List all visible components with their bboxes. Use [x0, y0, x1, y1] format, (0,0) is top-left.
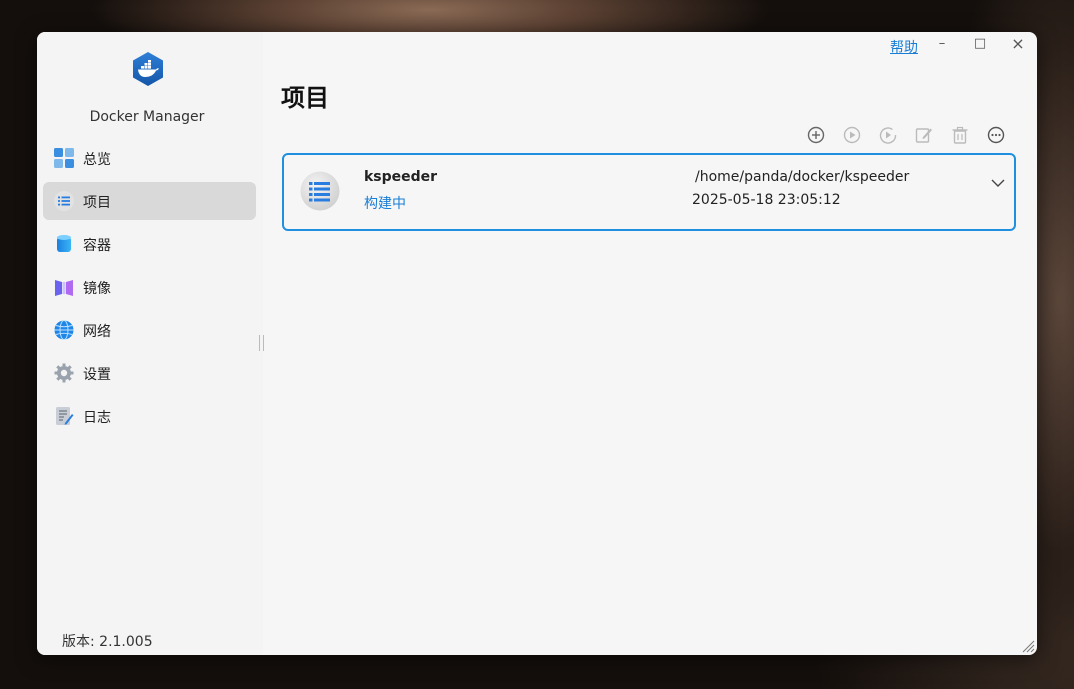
sidebar: Docker Manager 总览 项目 容器 镜像 网络 设置 日志 版本: … — [37, 32, 263, 655]
project-list-icon — [54, 191, 74, 211]
project-status: 构建中 — [364, 196, 406, 212]
sidebar-item-label: 容器 — [83, 238, 111, 254]
sidebar-item-label: 总览 — [83, 152, 111, 168]
project-path: /home/panda/docker/kspeeder — [695, 169, 910, 185]
project-card[interactable]: kspeeder 构建中 /home/panda/docker/kspeeder… — [282, 153, 1016, 231]
log-icon — [56, 407, 74, 425]
maximize-button[interactable]: □ — [969, 36, 991, 54]
page-title: 项目 — [281, 84, 329, 112]
edit-icon[interactable] — [915, 126, 933, 144]
project-list-icon — [300, 171, 340, 211]
container-icon — [57, 235, 71, 252]
app-name: Docker Manager — [89, 109, 205, 125]
app-window: Docker Manager 总览 项目 容器 镜像 网络 设置 日志 版本: … — [37, 32, 1037, 655]
sidebar-item-overview[interactable]: 总览 — [43, 139, 256, 177]
add-icon[interactable] — [807, 126, 825, 144]
project-timestamp: 2025-05-18 23:05:12 — [692, 192, 841, 208]
sidebar-item-projects[interactable]: 项目 — [43, 182, 256, 220]
sidebar-item-settings[interactable]: 设置 — [43, 354, 256, 392]
sidebar-item-label: 日志 — [83, 410, 111, 426]
minimize-button[interactable]: – — [931, 36, 953, 54]
resize-grip-icon[interactable] — [1021, 639, 1035, 653]
sidebar-splitter-handle[interactable] — [259, 335, 264, 351]
version-label: 版本: 2.1.005 — [62, 634, 153, 650]
overview-icon — [54, 148, 74, 168]
delete-icon[interactable] — [951, 126, 969, 144]
sidebar-item-logs[interactable]: 日志 — [43, 397, 256, 435]
sidebar-item-label: 设置 — [83, 367, 111, 383]
sidebar-item-label: 网络 — [83, 324, 111, 340]
gear-icon — [54, 363, 74, 383]
sidebar-item-label: 项目 — [83, 195, 111, 211]
sidebar-item-label: 镜像 — [83, 281, 111, 297]
help-link[interactable]: 帮助 — [890, 37, 918, 57]
chevron-down-icon[interactable] — [990, 175, 1006, 191]
project-name: kspeeder — [364, 169, 438, 185]
close-button[interactable]: × — [1007, 34, 1029, 53]
docker-logo-icon — [133, 52, 163, 86]
restart-icon[interactable] — [879, 126, 897, 144]
sidebar-item-network[interactable]: 网络 — [43, 311, 256, 349]
image-icon — [55, 280, 73, 296]
start-icon[interactable] — [843, 126, 861, 144]
sidebar-item-images[interactable]: 镜像 — [43, 268, 256, 306]
network-globe-icon — [54, 320, 74, 340]
sidebar-item-containers[interactable]: 容器 — [43, 225, 256, 263]
more-icon[interactable] — [987, 126, 1005, 144]
